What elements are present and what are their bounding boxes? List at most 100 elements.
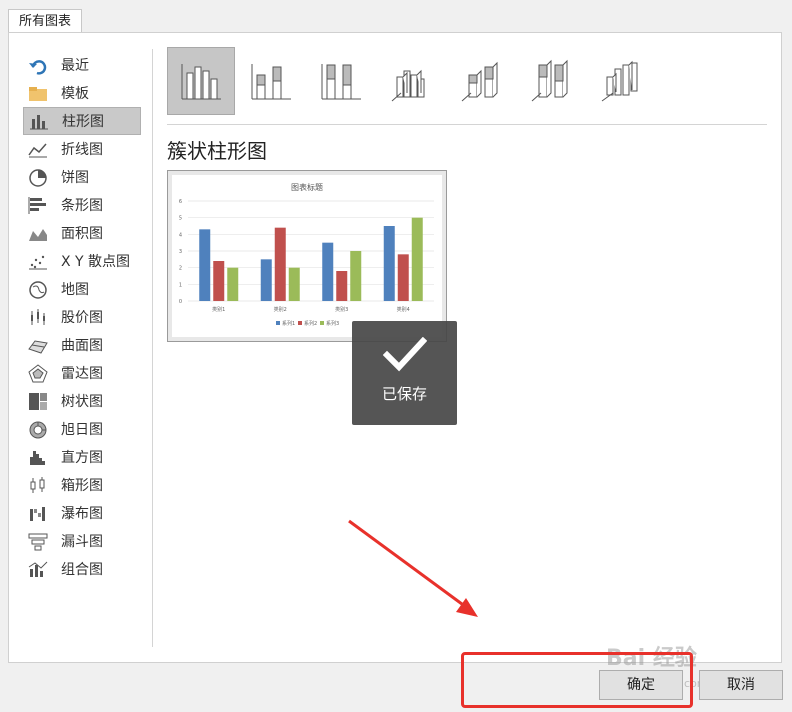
x-tick-label: 类别4: [397, 306, 410, 313]
sidebar-item-combo-chart[interactable]: 组合图: [23, 555, 141, 583]
legend-swatch: [298, 321, 302, 325]
waterfall-chart-icon: [27, 503, 49, 523]
box-whisker-chart-icon: [27, 475, 49, 495]
annotation-highlight-box: [461, 652, 693, 708]
preview-chart: 图表标题 0 1 2 3 4 5 6 类别1 类别2 类别3 类别4 系列1 系列2 系列3: [179, 182, 434, 327]
undo-icon: [27, 55, 49, 75]
chart-subtype-gallery: [167, 47, 687, 117]
preview-chart-title: 图表标题: [291, 182, 323, 192]
y-tick-label: 5: [179, 216, 182, 222]
combo-chart-icon: [27, 559, 49, 579]
3d-clustered-column-option[interactable]: [377, 47, 445, 115]
sidebar-item-bar-chart[interactable]: 条形图: [23, 191, 141, 219]
chart-type-sidebar: 最近模板柱形图折线图饼图条形图面积图 X Y 散点图 地图股价图曲面图雷达图树状图旭…: [23, 51, 141, 583]
legend-label: 系列2: [304, 320, 317, 327]
column-chart-icon: [28, 111, 50, 131]
sidebar-item-waterfall-chart[interactable]: 瀑布图: [23, 499, 141, 527]
sidebar-item-label: 组合图: [61, 562, 103, 578]
sidebar-item-label: 地图: [61, 282, 89, 298]
y-tick-label: 6: [179, 199, 182, 205]
histogram-chart-icon: [27, 447, 49, 467]
sidebar-item-pie-chart[interactable]: 饼图: [23, 163, 141, 191]
sidebar-item-radar-chart[interactable]: 雷达图: [23, 359, 141, 387]
clustered-column-option[interactable]: [167, 47, 235, 115]
sidebar-item-folder[interactable]: 模板: [23, 79, 141, 107]
x-tick-label: 类别3: [335, 306, 348, 313]
clustered-column-icon: [181, 64, 221, 100]
3d-stacked-column-option[interactable]: [447, 47, 515, 115]
sidebar-item-label: 直方图: [61, 450, 103, 466]
radar-chart-icon: [27, 363, 49, 383]
sidebar-item-label: X Y 散点图: [61, 254, 131, 270]
y-tick-label: 1: [179, 282, 182, 288]
sidebar-item-label: 雷达图: [61, 366, 103, 382]
bar-1-2: [213, 261, 225, 301]
sidebar-item-map-chart[interactable]: 地图: [23, 275, 141, 303]
bar-1-1: [199, 229, 211, 301]
3d-column-icon: [601, 60, 638, 102]
bar-4-3: [411, 217, 423, 301]
sidebar-item-label: 最近: [61, 58, 89, 74]
sidebar-item-label: 股价图: [61, 310, 103, 326]
sidebar-item-scatter-chart[interactable]: X Y 散点图: [23, 247, 141, 275]
3d-percent-stacked-column-option[interactable]: [517, 47, 585, 115]
bar-3-3: [350, 251, 362, 301]
stacked-column-icon: [251, 64, 291, 100]
bar-2-3: [288, 267, 300, 301]
sidebar-item-surface-chart[interactable]: 曲面图: [23, 331, 141, 359]
pie-chart-icon: [27, 167, 49, 187]
legend-label: 系列1: [282, 320, 295, 327]
sidebar-item-label: 树状图: [61, 394, 103, 410]
sidebar-item-label: 旭日图: [61, 422, 103, 438]
sidebar-item-sunburst-chart[interactable]: 旭日图: [23, 415, 141, 443]
sidebar-item-line-chart[interactable]: 折线图: [23, 135, 141, 163]
3d-percent-stacked-column-icon: [531, 59, 568, 102]
sidebar-item-area-chart[interactable]: 面积图: [23, 219, 141, 247]
gallery-divider: [167, 124, 767, 125]
sidebar-item-label: 饼图: [61, 170, 89, 186]
sidebar-item-funnel-chart[interactable]: 漏斗图: [23, 527, 141, 555]
sidebar-item-label: 面积图: [61, 226, 103, 242]
percent-stacked-column-option[interactable]: [307, 47, 375, 115]
checkmark-icon: [382, 337, 427, 372]
legend-swatch: [320, 321, 324, 325]
legend-swatch: [276, 321, 280, 325]
sidebar-item-label: 折线图: [61, 142, 103, 158]
cancel-button[interactable]: 取消: [699, 670, 783, 700]
tab-all-charts[interactable]: 所有图表: [8, 9, 82, 33]
area-chart-icon: [27, 223, 49, 243]
sidebar-item-stock-chart[interactable]: 股价图: [23, 303, 141, 331]
y-tick-label: 2: [179, 266, 182, 272]
sidebar-item-treemap-chart[interactable]: 树状图: [23, 387, 141, 415]
sidebar-item-label: 柱形图: [62, 114, 104, 130]
bar-3-2: [336, 271, 348, 301]
dialog-panel: 最近模板柱形图折线图饼图条形图面积图 X Y 散点图 地图股价图曲面图雷达图树状图旭…: [8, 32, 782, 663]
chart-subtype-title: 簇状柱形图: [167, 139, 267, 163]
sidebar-item-label: 曲面图: [61, 338, 103, 354]
treemap-chart-icon: [27, 391, 49, 411]
sidebar-item-column-chart[interactable]: 柱形图: [23, 107, 141, 135]
x-tick-label: 类别2: [274, 306, 287, 313]
3d-column-option[interactable]: [587, 47, 655, 115]
3d-clustered-column-icon: [391, 69, 425, 102]
bar-4-2: [397, 254, 409, 301]
toast-text: 已保存: [381, 385, 427, 403]
bar-2-2: [274, 227, 286, 301]
y-tick-label: 4: [179, 232, 182, 238]
sidebar-item-label: 条形图: [61, 198, 103, 214]
chart-preview[interactable]: 图表标题 0 1 2 3 4 5 6 类别1 类别2 类别3 类别4 系列1 系列2 系列3: [167, 170, 447, 342]
stacked-column-option[interactable]: [237, 47, 305, 115]
bar-3-1: [322, 242, 334, 301]
line-chart-icon: [27, 139, 49, 159]
sidebar-item-histogram-chart[interactable]: 直方图: [23, 443, 141, 471]
folder-icon: [27, 83, 49, 103]
sidebar-divider: [152, 49, 153, 647]
sidebar-item-undo[interactable]: 最近: [23, 51, 141, 79]
stock-chart-icon: [27, 307, 49, 327]
scatter-chart-icon: [27, 251, 49, 271]
surface-chart-icon: [27, 335, 49, 355]
sidebar-item-box-whisker-chart[interactable]: 箱形图: [23, 471, 141, 499]
bar-4-1: [383, 226, 395, 301]
bar-1-3: [227, 267, 239, 301]
sidebar-item-label: 模板: [61, 86, 89, 102]
